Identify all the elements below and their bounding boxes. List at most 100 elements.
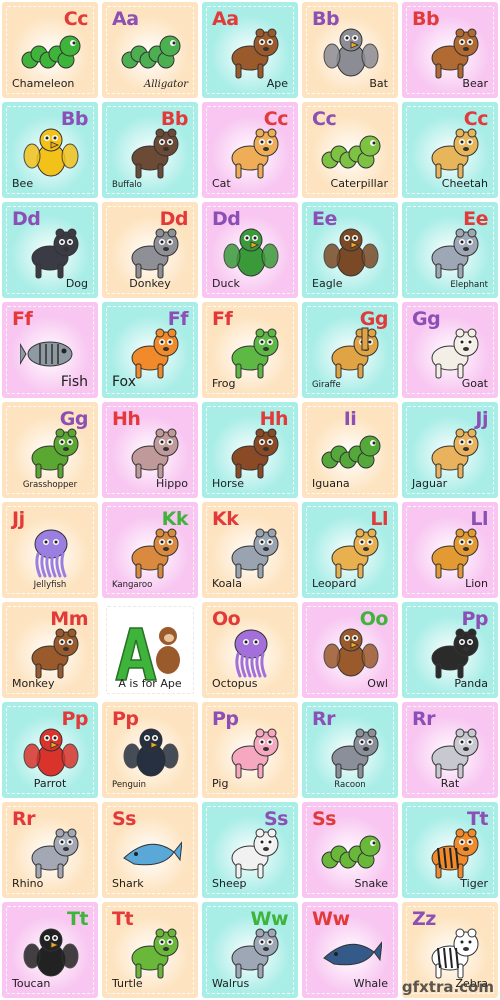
animal-picture: [120, 724, 182, 780]
card-shark: Ss Shark: [102, 802, 198, 898]
animal-picture: [120, 424, 182, 480]
animal-picture: [19, 324, 82, 380]
card-octopus: Oo Octopus: [202, 602, 298, 698]
animal-picture: [220, 724, 282, 780]
card-jaguar: Jj Jaguar: [402, 402, 498, 498]
animal-picture: [20, 524, 82, 580]
buffalo-icon: [131, 128, 179, 179]
duck-icon: [223, 228, 279, 277]
animal-picture: [120, 124, 182, 180]
animal-picture: [120, 924, 182, 980]
animal-picture: [320, 124, 382, 180]
jellyfish-icon: [34, 529, 68, 578]
letter-label: Ii: [343, 408, 357, 430]
letter-label: Pp: [61, 708, 88, 730]
animal-name: Rhino: [12, 877, 44, 890]
animal-name: Iguana: [312, 477, 350, 490]
animal-name: Frog: [212, 377, 236, 390]
card-goat: Gg Goat: [402, 302, 498, 398]
animal-picture: [420, 424, 482, 480]
grasshopper-icon: [31, 428, 79, 479]
animal-name: Bee: [12, 177, 34, 190]
panda-icon: [431, 628, 479, 679]
card-ape: Aa Ape: [202, 2, 298, 98]
letter-label: Aa: [112, 8, 139, 30]
letter-label: Aa: [212, 8, 239, 30]
animal-name: Penguin: [112, 780, 146, 790]
card-bear: Bb Bear: [402, 2, 498, 98]
card-iguana: Ii Iguana: [302, 402, 398, 498]
animal-name: Giraffe: [312, 380, 341, 390]
animal-name: Ape: [266, 77, 288, 90]
animal-picture: [420, 624, 482, 680]
letter-label: Cc: [312, 108, 337, 130]
animal-picture: [20, 24, 82, 80]
big-letter-a-ape-icon: [112, 622, 188, 682]
animal-name: Elephant: [450, 280, 488, 290]
animal-picture: [420, 24, 482, 80]
parrot-icon: [23, 728, 79, 777]
tiger-icon: [431, 828, 479, 879]
letter-label: Kk: [161, 508, 189, 530]
frog-icon: [231, 328, 279, 379]
letter-label: Cc: [463, 108, 489, 130]
card-giraffe: Gg Giraffe: [302, 302, 398, 398]
letter-label: Pp: [112, 708, 139, 730]
whale-icon: [323, 940, 383, 966]
letter-label: Hh: [112, 408, 141, 430]
animal-picture: [120, 524, 182, 580]
animal-name: Cat: [212, 177, 231, 190]
letter-label: Dd: [159, 208, 189, 230]
animal-name: Kangaroo: [112, 580, 153, 590]
animal-picture: [220, 824, 282, 880]
animal-picture: [420, 524, 482, 580]
letter-label: Jj: [475, 408, 488, 430]
animal-name: Rat: [440, 777, 460, 790]
card-dog: Dd Dog: [2, 202, 98, 298]
pig-icon: [231, 728, 279, 779]
animal-picture: [220, 124, 282, 180]
card-caterpillar: Cc Caterpillar: [302, 102, 398, 198]
animal-picture: [320, 824, 382, 880]
animal-picture: [120, 324, 182, 380]
animal-picture: [420, 824, 482, 880]
card-frog: Ff Frog: [202, 302, 298, 398]
animal-picture: [420, 924, 482, 980]
animal-name: Fox: [112, 374, 136, 390]
card-buffalo: Bb Buffalo: [102, 102, 198, 198]
letter-label: Cc: [63, 8, 89, 30]
letter-label: Gg: [359, 308, 389, 330]
letter-label: Ss: [312, 808, 337, 830]
leopard-icon: [331, 528, 379, 579]
animal-name: Sheep: [212, 877, 247, 890]
jaguar-icon: [431, 428, 479, 479]
card-alligator: Aa Alligator: [102, 2, 198, 98]
donkey-icon: [131, 228, 179, 279]
letter-label: Tt: [66, 908, 89, 930]
letter-label: Hh: [259, 408, 289, 430]
goat-icon: [431, 328, 479, 379]
letter-label: Ww: [312, 908, 350, 930]
animal-picture: [220, 324, 282, 380]
dog-icon: [31, 228, 79, 279]
card-grasshopper: Gg Grasshopper: [2, 402, 98, 498]
animal-picture: [420, 724, 482, 780]
animal-picture: [20, 224, 82, 280]
card-duck: Dd Duck: [202, 202, 298, 298]
card-penguin: Pp Penguin: [102, 702, 198, 798]
letter-label: Mm: [50, 608, 88, 630]
card-rhino: Rr Rhino: [2, 802, 98, 898]
cheetah-icon: [431, 128, 479, 179]
letter-label: Dd: [12, 208, 41, 230]
bat-icon: [323, 28, 379, 77]
fish-icon: [19, 341, 73, 367]
letter-label: Ff: [212, 308, 233, 330]
letter-label: Ll: [370, 508, 388, 530]
letter-label: Gg: [412, 308, 441, 330]
letter-label: Gg: [59, 408, 89, 430]
animal-name: Eagle: [312, 277, 343, 290]
animal-name: Donkey: [129, 277, 171, 290]
card-cat: Cc Cat: [202, 102, 298, 198]
animal-name: Bat: [369, 77, 388, 90]
animal-picture: [20, 724, 82, 780]
